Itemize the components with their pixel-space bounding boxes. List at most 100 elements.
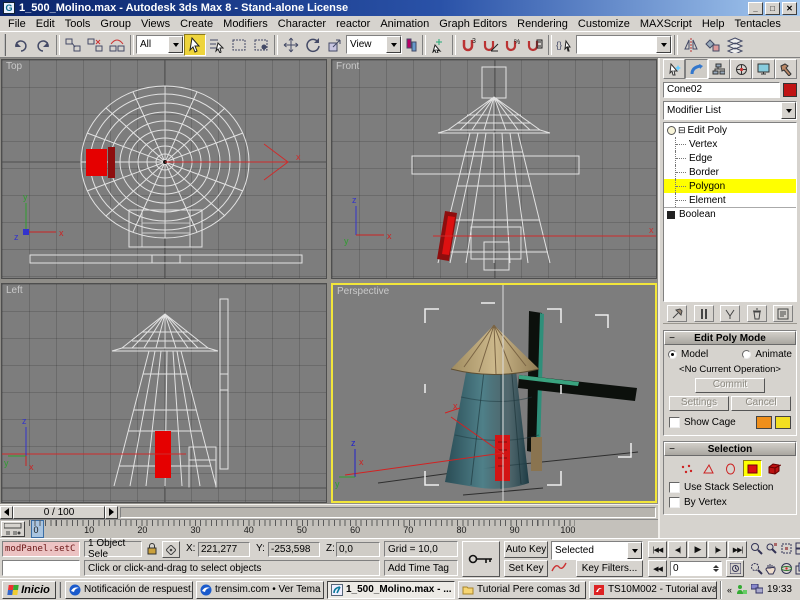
set-keys-button[interactable] bbox=[462, 541, 500, 577]
default-in-out-tangent-button[interactable] bbox=[551, 561, 567, 574]
stack-item-boolean[interactable]: Boolean bbox=[664, 207, 796, 221]
add-time-tag[interactable]: Add Time Tag bbox=[384, 560, 458, 576]
select-by-name-button[interactable] bbox=[206, 34, 228, 56]
edit-named-selections-button[interactable]: {} bbox=[554, 34, 576, 56]
minimize-button[interactable]: _ bbox=[748, 2, 763, 15]
modifier-list-dropdown[interactable]: Modifier List bbox=[663, 101, 797, 120]
model-radio[interactable] bbox=[668, 350, 677, 359]
by-vertex-checkbox[interactable] bbox=[669, 497, 680, 508]
selection-header[interactable]: − Selection bbox=[664, 442, 796, 456]
toolbar-grip[interactable] bbox=[4, 34, 8, 56]
tab-display[interactable] bbox=[752, 59, 774, 79]
auto-key-button[interactable]: Auto Key bbox=[504, 541, 548, 558]
stack-subitem-border[interactable]: Border bbox=[664, 165, 796, 179]
arc-rotate-button[interactable] bbox=[780, 562, 793, 575]
viewport-perspective[interactable]: Perspective bbox=[331, 283, 657, 503]
select-and-scale-button[interactable] bbox=[324, 34, 346, 56]
next-frame-button[interactable]: |▶ bbox=[708, 541, 727, 558]
close-button[interactable]: ✕ bbox=[782, 2, 797, 15]
menu-views[interactable]: Views bbox=[136, 18, 175, 30]
angle-snap-button[interactable] bbox=[480, 34, 502, 56]
task-mail-notification[interactable]: Notificación de respuest... bbox=[65, 581, 193, 599]
percent-snap-button[interactable]: % bbox=[502, 34, 524, 56]
y-coord-field[interactable]: -253,598 bbox=[268, 542, 320, 557]
pin-stack-button[interactable] bbox=[667, 305, 687, 322]
maxscript-input[interactable] bbox=[2, 560, 80, 576]
set-key-button[interactable]: Set Key bbox=[504, 560, 548, 577]
cage-selected-color-swatch[interactable] bbox=[775, 416, 791, 429]
rectangular-selection-region-button[interactable] bbox=[228, 34, 250, 56]
edit-poly-mode-header[interactable]: − Edit Poly Mode bbox=[664, 331, 796, 345]
spinner-snap-button[interactable] bbox=[524, 34, 546, 56]
element-subobject-button[interactable] bbox=[765, 460, 784, 477]
select-and-rotate-button[interactable] bbox=[302, 34, 324, 56]
edge-subobject-button[interactable] bbox=[699, 460, 718, 477]
key-filters-button[interactable]: Key Filters... bbox=[576, 560, 643, 577]
modifier-enable-bulb-icon[interactable] bbox=[667, 126, 676, 135]
select-and-link-button[interactable] bbox=[62, 34, 84, 56]
use-pivot-point-button[interactable] bbox=[402, 34, 420, 56]
selection-filter-dropdown[interactable]: All bbox=[136, 35, 184, 54]
go-to-end-button[interactable]: ▶▶| bbox=[728, 541, 747, 558]
named-selection-dropdown[interactable] bbox=[576, 35, 672, 54]
use-stack-selection-checkbox[interactable] bbox=[669, 482, 680, 493]
current-frame-field[interactable]: 0 bbox=[670, 561, 722, 576]
network-tray-icon[interactable] bbox=[751, 584, 763, 595]
time-configuration-button[interactable] bbox=[726, 560, 744, 577]
menu-create[interactable]: Create bbox=[175, 18, 218, 30]
tab-modify[interactable] bbox=[685, 59, 707, 79]
previous-frame-button[interactable]: ◀| bbox=[668, 541, 687, 558]
z-coord-field[interactable]: 0,0 bbox=[336, 542, 380, 557]
make-unique-button[interactable] bbox=[720, 305, 740, 322]
track-bar[interactable]: 0 10 20 30 40 50 60 70 80 90 100 bbox=[0, 519, 658, 538]
maximize-button[interactable]: □ bbox=[765, 2, 780, 15]
unlink-button[interactable] bbox=[84, 34, 106, 56]
task-browser-trensim[interactable]: trensim.com • Ver Tema ... bbox=[196, 581, 324, 599]
hide-icons-chevron[interactable]: « bbox=[727, 585, 732, 595]
absolute-offset-toggle[interactable] bbox=[162, 541, 180, 558]
menu-edit[interactable]: Edit bbox=[31, 18, 60, 30]
task-3dsmax[interactable]: 1_500_Molino.max - ... bbox=[327, 581, 455, 599]
select-and-manipulate-button[interactable] bbox=[428, 34, 450, 56]
object-color-swatch[interactable] bbox=[783, 83, 797, 97]
menu-animation[interactable]: Animation bbox=[375, 18, 434, 30]
task-pdf-tutorial[interactable]: TS10M002 - Tutorial ava... bbox=[589, 581, 717, 599]
align-button[interactable] bbox=[702, 34, 724, 56]
tab-create[interactable] bbox=[663, 59, 685, 79]
configure-modifier-sets-button[interactable] bbox=[773, 305, 793, 322]
bind-to-space-warp-button[interactable] bbox=[106, 34, 128, 56]
time-slider-track[interactable] bbox=[120, 507, 656, 518]
menu-file[interactable]: File bbox=[3, 18, 31, 30]
show-end-result-button[interactable] bbox=[694, 305, 714, 322]
cage-color-swatch[interactable] bbox=[756, 416, 772, 429]
go-to-frame-button[interactable]: ◀◀ bbox=[648, 560, 667, 577]
viewport-top[interactable]: Top bbox=[1, 59, 327, 279]
select-and-move-button[interactable] bbox=[280, 34, 302, 56]
window-crossing-toggle-button[interactable] bbox=[250, 34, 272, 56]
mini-curve-editor-button[interactable] bbox=[1, 521, 25, 537]
x-coord-field[interactable]: 221,277 bbox=[198, 542, 250, 557]
redo-button[interactable] bbox=[32, 34, 54, 56]
frame-spinner[interactable] bbox=[713, 565, 719, 572]
menu-reactor[interactable]: reactor bbox=[331, 18, 375, 30]
pan-button[interactable] bbox=[765, 562, 778, 575]
remove-modifier-button[interactable] bbox=[747, 305, 767, 322]
menu-group[interactable]: Group bbox=[95, 18, 136, 30]
time-slider-prev-button[interactable] bbox=[0, 506, 13, 519]
time-slider-handle[interactable]: 0 / 100 bbox=[13, 506, 105, 519]
title-bar[interactable]: G 1_500_Molino.max - Autodesk 3ds Max 8 … bbox=[0, 0, 800, 16]
tab-hierarchy[interactable] bbox=[708, 59, 730, 79]
animate-radio[interactable] bbox=[742, 350, 751, 359]
collapse-icon[interactable]: ⊟ bbox=[678, 125, 686, 136]
tab-motion[interactable] bbox=[730, 59, 752, 79]
menu-graph-editors[interactable]: Graph Editors bbox=[434, 18, 512, 30]
polygon-subobject-button[interactable] bbox=[743, 460, 762, 477]
menu-tentacles[interactable]: Tentacles bbox=[729, 18, 785, 30]
time-slider-next-button[interactable] bbox=[105, 506, 118, 519]
go-to-start-button[interactable]: |◀◀ bbox=[648, 541, 667, 558]
maxscript-mini-listener[interactable]: modPanel.setC bbox=[2, 541, 80, 557]
vertex-subobject-button[interactable] bbox=[677, 460, 696, 477]
border-subobject-button[interactable] bbox=[721, 460, 740, 477]
stack-subitem-vertex[interactable]: Vertex bbox=[664, 137, 796, 151]
layer-manager-button[interactable] bbox=[724, 34, 746, 56]
